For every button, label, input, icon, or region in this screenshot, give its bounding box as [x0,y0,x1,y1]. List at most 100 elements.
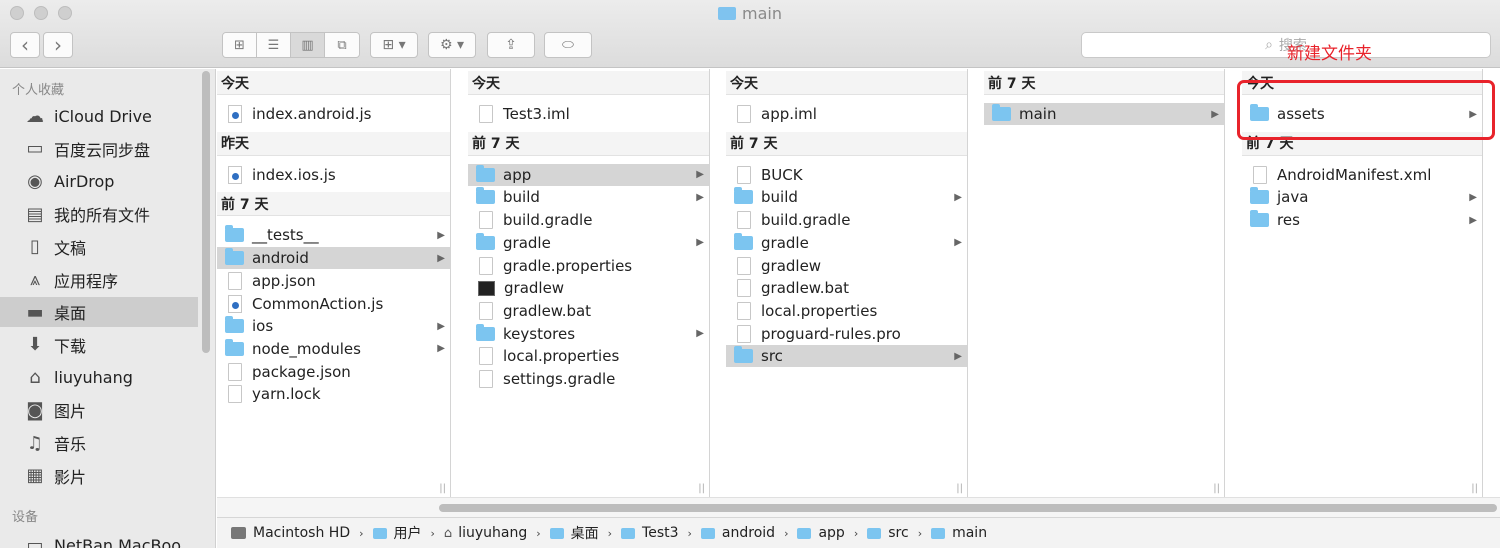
sidebar-item-5[interactable]: ▯ 文稿 [0,232,198,262]
column-resize-handle[interactable]: || [439,483,446,494]
file-row[interactable]: yarn.lock [217,383,450,405]
list-view-button[interactable]: ☰ [257,33,291,57]
sidebar-item-6[interactable]: ⩓ 应用程序 [0,265,198,295]
file-row[interactable]: AndroidManifest.xml [1242,164,1482,186]
folder-row[interactable]: java ▶ [1242,186,1482,208]
chevron-right-icon: ▶ [954,191,962,203]
section-header: 前 7 天 [726,131,967,156]
folder-row[interactable]: node_modules ▶ [217,338,450,360]
folder-icon [734,187,753,205]
file-row[interactable]: package.json [217,361,450,383]
search-field[interactable]: ⌕ 搜索 [1081,32,1491,58]
sidebar-item-9[interactable]: ⌂ liuyuhang [0,363,198,393]
path-segment[interactable]: app [797,525,845,541]
path-segment[interactable]: ⌂ liuyuhang [444,525,527,541]
sidebar-item-10[interactable]: ◙ 图片 [0,395,198,425]
back-button[interactable]: ‹ [10,32,40,58]
file-row[interactable]: settings.gradle [468,368,709,390]
horizontal-scrollbar[interactable] [217,497,1500,517]
column-resize-handle[interactable]: || [698,483,705,494]
sidebar-scrollbar[interactable] [202,71,210,353]
path-segment[interactable]: main [931,525,987,541]
folder-icon [931,527,946,539]
file-row[interactable]: BUCK [726,164,967,186]
document-icon [479,256,493,275]
file-row[interactable]: local.properties [468,345,709,367]
file-row[interactable]: app.json [217,270,450,292]
file-row[interactable]: proguard-rules.pro [726,323,967,345]
folder-row[interactable]: ios ▶ [217,315,450,337]
path-separator-icon: › [536,526,541,540]
sidebar-item-device[interactable]: ▭ NetBan.MacBoo... [0,530,198,548]
folder-row[interactable]: res ▶ [1242,209,1482,231]
sidebar-item-2[interactable]: ▭ 百度云同步盘 [0,134,198,164]
file-row[interactable]: index.android.js [217,103,450,125]
folder-icon [718,7,736,20]
tag-icon: ⬭ [562,37,574,53]
scrollbar-thumb[interactable] [439,504,1497,512]
arrange-icon: ⊞ ▾ [382,37,406,53]
folder-row[interactable]: src ▶ [726,345,967,368]
gallery-view-button[interactable]: ⧉ [325,33,359,57]
sidebar-item-3[interactable]: ◉ AirDrop [0,166,198,196]
file-row[interactable]: CommonAction.js [217,293,450,315]
file-row[interactable]: build.gradle [468,209,709,231]
folder-row[interactable]: android ▶ [217,247,450,270]
path-segment[interactable]: Test3 [621,525,679,541]
folder-icon [225,225,244,243]
path-segment[interactable]: 桌面 [549,523,599,543]
folder-row[interactable]: gradle ▶ [468,232,709,254]
chevron-right-icon: ▶ [437,320,445,332]
column-resize-handle[interactable]: || [1213,483,1220,494]
icon-view-button[interactable]: ⊞ [223,33,257,57]
folder-row[interactable]: keystores ▶ [468,323,709,345]
file-row[interactable]: gradlew [726,255,967,277]
path-segment[interactable]: Macintosh HD [231,525,350,541]
folder-row[interactable]: build ▶ [468,186,709,208]
column-resize-handle[interactable]: || [1471,483,1478,494]
folder-row[interactable]: __tests__ ▶ [217,224,450,246]
folder-icon [225,338,244,356]
folder-icon [992,104,1011,121]
file-row[interactable]: app.iml [726,103,967,125]
column-view-button[interactable]: ▥ [291,33,325,57]
tags-button[interactable]: ⬭ [544,32,592,58]
action-button[interactable]: ⚙ ▾ [428,32,476,58]
path-segment[interactable]: android [700,525,775,541]
file-row[interactable]: gradlew.bat [468,300,709,322]
section-header: 前 7 天 [984,71,1224,95]
column-resize-handle[interactable]: || [956,483,963,494]
path-segment[interactable]: 用户 [372,523,422,543]
path-separator-icon: › [784,526,789,540]
file-row[interactable]: local.properties [726,300,967,322]
file-row[interactable]: gradlew [468,277,709,299]
document-icon [228,271,242,290]
arrange-button[interactable]: ⊞ ▾ [370,32,418,58]
chevron-right-icon: ▶ [1211,108,1219,120]
file-row[interactable]: build.gradle [726,209,967,231]
document-icon [737,256,751,275]
folder-row[interactable]: app ▶ [468,163,709,186]
sidebar-item-11[interactable]: ♫ 音乐 [0,428,198,458]
file-row[interactable]: gradle.properties [468,255,709,277]
folder-icon: ▭ [26,138,44,160]
path-segment[interactable]: src [867,525,909,541]
sidebar-item-8[interactable]: ⬇ 下载 [0,330,198,360]
file-row[interactable]: gradlew.bat [726,277,967,299]
path-separator-icon: › [853,526,859,540]
forward-button[interactable]: › [43,32,73,58]
folder-row[interactable]: gradle ▶ [726,232,967,254]
sidebar-item-4[interactable]: ▤ 我的所有文件 [0,199,198,229]
sidebar-item-1[interactable]: ☁ iCloud Drive [0,101,198,131]
sidebar-item-7[interactable]: ▬ 桌面 [0,297,198,328]
file-row[interactable]: Test3.iml [468,103,709,125]
sidebar-item-12[interactable]: ▦ 影片 [0,461,198,491]
section-header: 今天 [726,71,967,95]
toolbar: main ‹ › ⊞ ☰ ▥ ⧉ ⊞ ▾ ⚙ ▾ ⇪ ⬭ ⌕ 搜索 [0,0,1500,68]
document-icon [737,324,751,343]
document-icon [479,370,493,388]
folder-row[interactable]: main ▶ [984,103,1224,125]
file-row[interactable]: index.ios.js [217,164,450,186]
share-button[interactable]: ⇪ [487,32,535,58]
folder-row[interactable]: build ▶ [726,186,967,208]
